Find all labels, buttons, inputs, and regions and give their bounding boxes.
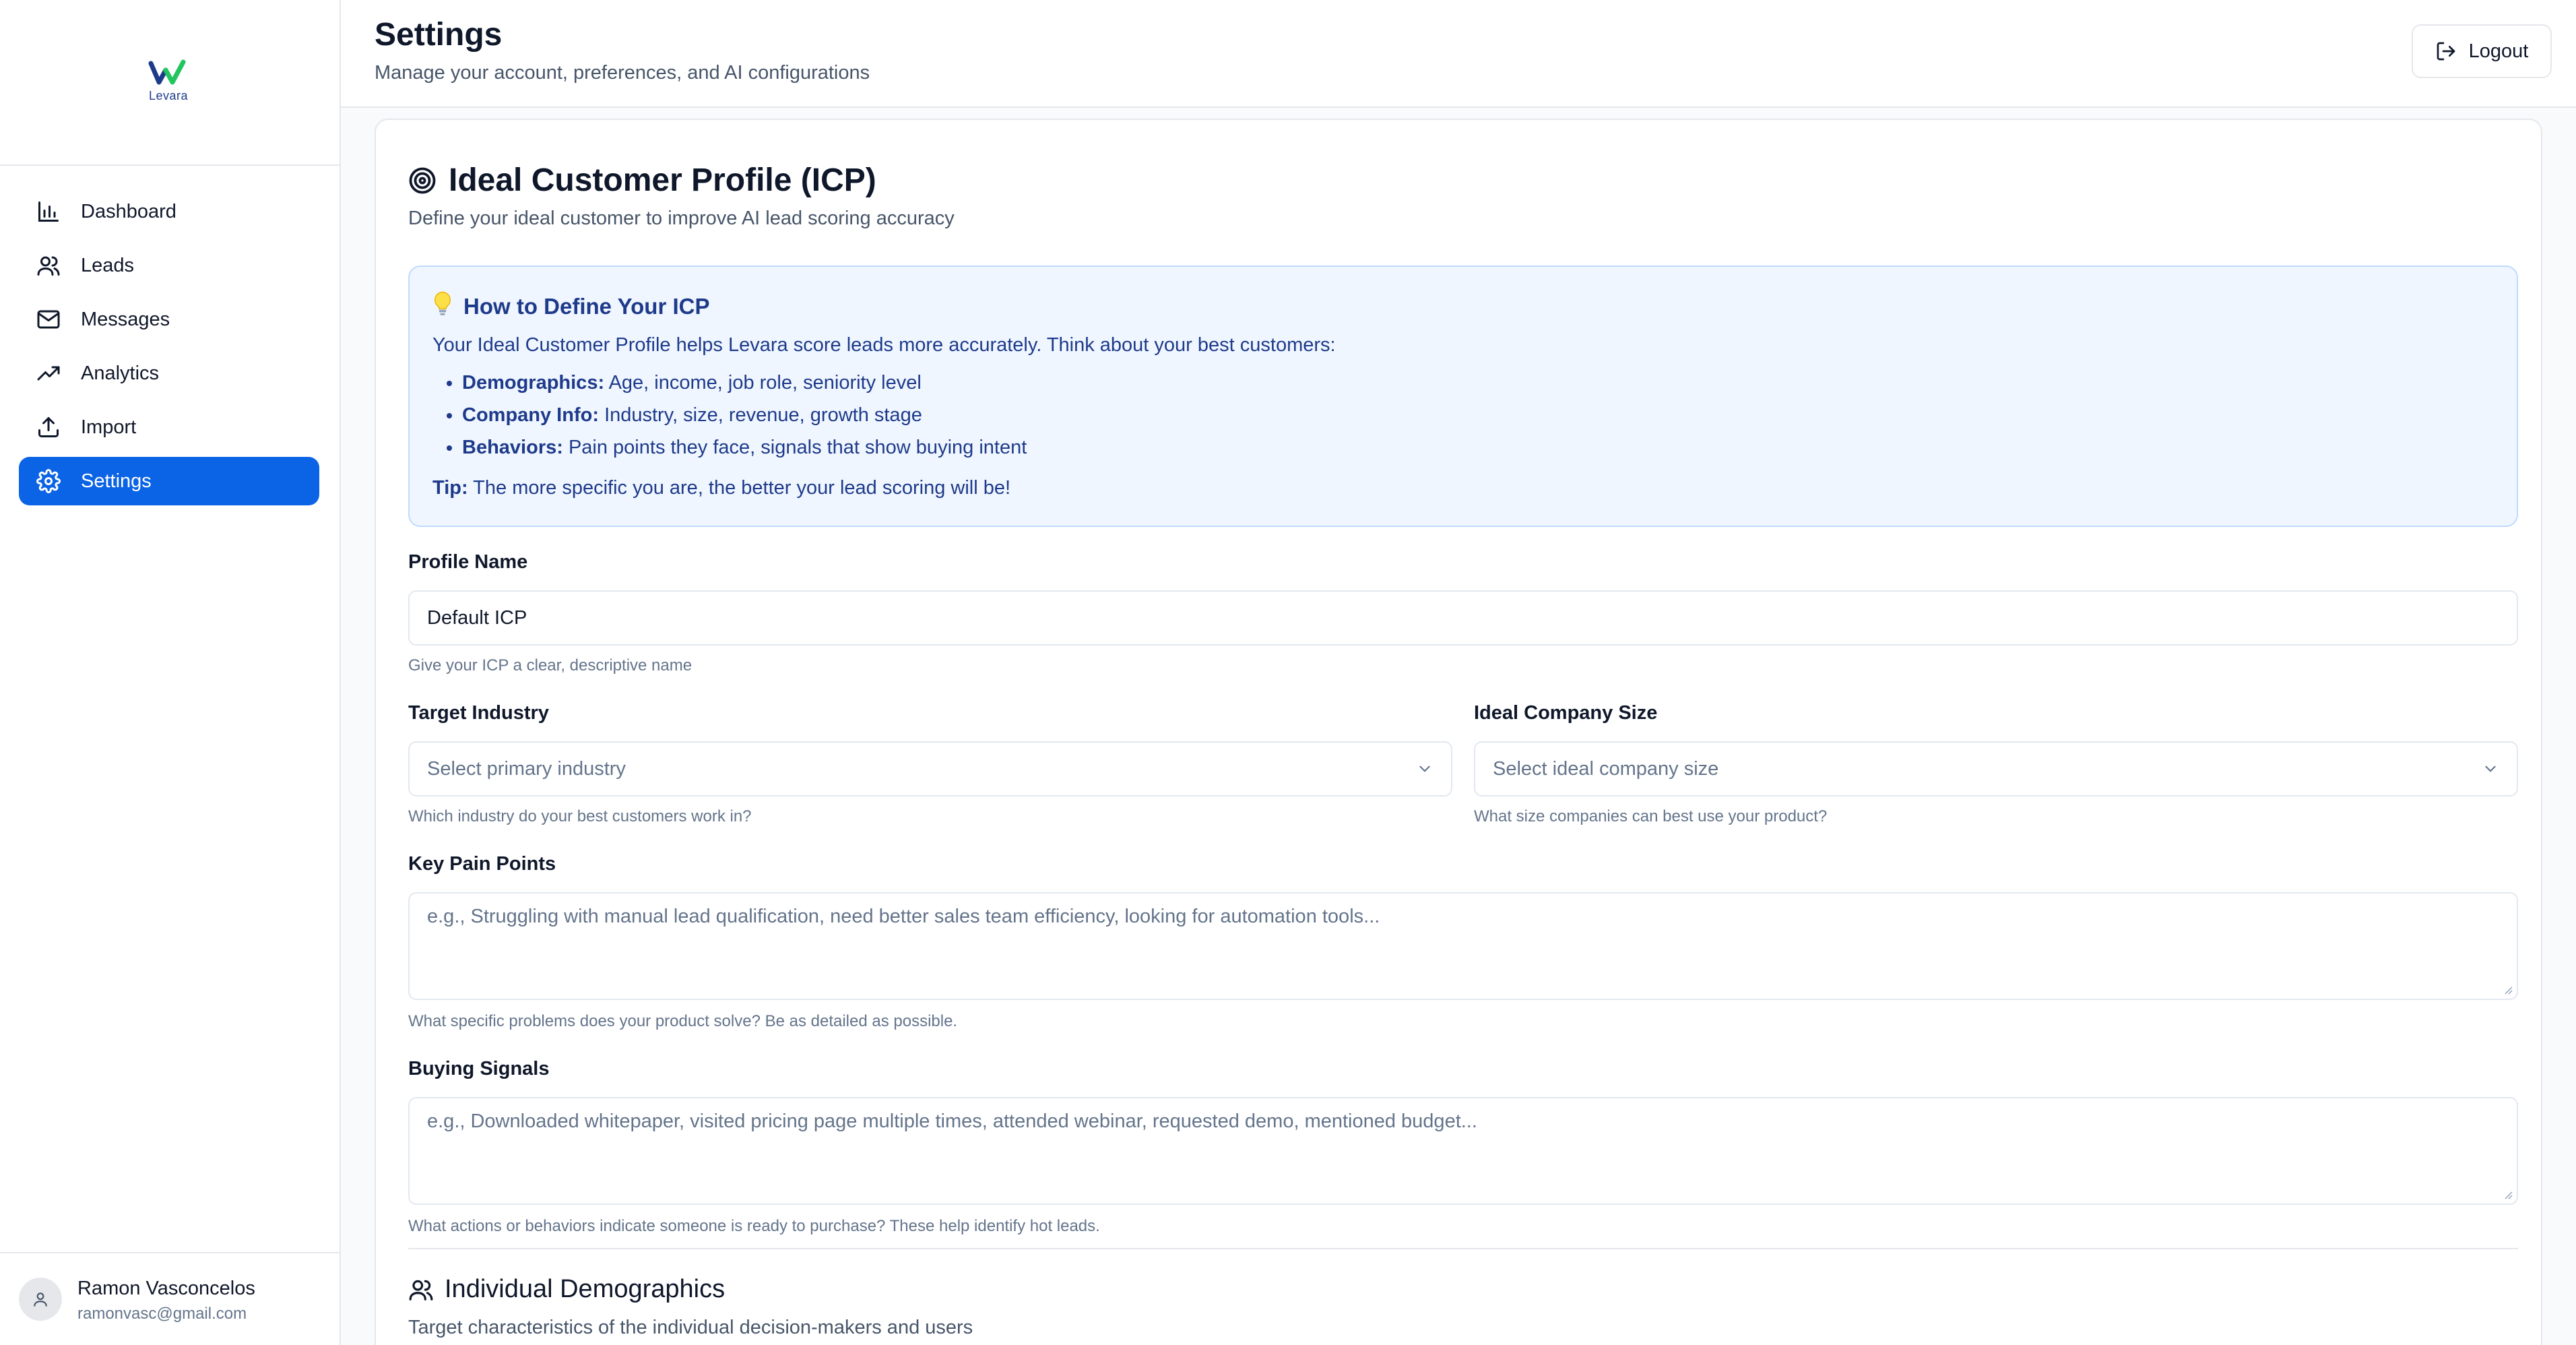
bar-chart-icon: [35, 198, 62, 225]
target-industry-hint: Which industry do your best customers wo…: [408, 807, 752, 825]
icp-title-text: Ideal Customer Profile (ICP): [449, 162, 876, 198]
buying-signals-label: Buying Signals: [408, 1058, 550, 1080]
buying-signals-placeholder: e.g., Downloaded whitepaper, visited pri…: [427, 1111, 1477, 1132]
icp-card: Ideal Customer Profile (ICP) Define your…: [375, 119, 2542, 1345]
trending-up-icon: [35, 360, 62, 387]
main-content[interactable]: Ideal Customer Profile (ICP) Define your…: [341, 108, 2576, 1345]
mail-icon: [35, 306, 62, 333]
brand-name: Levara: [148, 89, 189, 102]
lightbulb-icon: [432, 291, 453, 322]
logout-button[interactable]: Logout: [2412, 24, 2552, 78]
brand-logo[interactable]: Levara: [143, 58, 193, 103]
list-item: Behaviors: Pain points they face, signal…: [462, 431, 1027, 464]
levara-logo-icon: [148, 59, 186, 85]
list-item: Company Info: Industry, size, revenue, g…: [462, 399, 1027, 431]
demographics-title-text: Individual Demographics: [445, 1275, 726, 1303]
sidebar-item-label: Messages: [81, 308, 170, 330]
sidebar-item-label: Settings: [81, 470, 152, 492]
list-item-text: Pain points they face, signals that show…: [568, 437, 1027, 458]
logout-icon: [2437, 42, 2455, 61]
buying-signals-hint: What actions or behaviors indicate someo…: [408, 1217, 1100, 1235]
company-size-label: Ideal Company Size: [1474, 702, 1658, 724]
company-size-hint: What size companies can best use your pr…: [1474, 807, 1828, 825]
sidebar-item-label: Import: [81, 416, 137, 438]
info-tip: Tip: The more specific you are, the bett…: [432, 477, 1010, 499]
target-industry-select[interactable]: Select primary industry: [408, 741, 1452, 796]
company-size-placeholder: Select ideal company size: [1493, 757, 1719, 780]
buying-signals-textarea[interactable]: e.g., Downloaded whitepaper, visited pri…: [408, 1097, 2518, 1205]
gear-icon: [35, 468, 62, 495]
profile-name-label: Profile Name: [408, 551, 528, 573]
pain-points-textarea[interactable]: e.g., Struggling with manual lead qualif…: [408, 892, 2518, 1000]
target-industry-placeholder: Select primary industry: [427, 757, 626, 780]
user-icon: [34, 1292, 47, 1307]
user-email: ramonvasc@gmail.com: [77, 1305, 247, 1323]
chevron-down-icon: [1419, 765, 1430, 772]
demographics-subtitle: Target characteristics of the individual…: [408, 1317, 973, 1338]
sidebar-item-label: Analytics: [81, 362, 160, 384]
sidebar-item-analytics[interactable]: Analytics: [19, 349, 319, 398]
list-item-text: Age, income, job role, seniority level: [608, 372, 922, 394]
logo-area: Levara: [0, 0, 340, 166]
info-title: How to Define Your ICP: [432, 291, 709, 322]
resize-handle-icon[interactable]: [2502, 1189, 2513, 1199]
avatar: [19, 1278, 62, 1321]
tip-text: The more specific you are, the better yo…: [473, 477, 1011, 499]
sidebar-nav: Dashboard Leads Messages Analytics Impor…: [19, 187, 319, 511]
sidebar-item-messages[interactable]: Messages: [19, 295, 319, 344]
sidebar-item-settings[interactable]: Settings: [19, 457, 319, 505]
company-size-select[interactable]: Select ideal company size: [1474, 741, 2518, 796]
pain-points-hint: What specific problems does your product…: [408, 1012, 958, 1030]
section-divider: [408, 1248, 2518, 1249]
info-intro: Your Ideal Customer Profile helps Levara…: [432, 334, 1336, 356]
profile-name-input[interactable]: Default ICP: [408, 590, 2518, 646]
info-title-text: How to Define Your ICP: [463, 294, 710, 319]
sidebar-item-label: Leads: [81, 254, 135, 276]
chevron-down-icon: [2485, 765, 2496, 772]
demographics-title: Individual Demographics: [408, 1275, 725, 1304]
target-icon: [409, 167, 436, 193]
logout-label: Logout: [2468, 40, 2529, 62]
list-item: Demographics: Age, income, job role, sen…: [462, 367, 1027, 399]
sidebar: Levara Dashboard Leads Messages Analytic…: [0, 0, 341, 1345]
user-profile[interactable]: Ramon Vasconcelos ramonvasc@gmail.com: [0, 1252, 340, 1345]
pain-points-label: Key Pain Points: [408, 853, 556, 875]
target-industry-label: Target Industry: [408, 702, 549, 724]
icp-subtitle: Define your ideal customer to improve AI…: [408, 208, 955, 229]
sidebar-item-import[interactable]: Import: [19, 403, 319, 451]
icp-title: Ideal Customer Profile (ICP): [408, 162, 876, 199]
page-subtitle: Manage your account, preferences, and AI…: [375, 62, 870, 84]
sidebar-item-dashboard[interactable]: Dashboard: [19, 187, 319, 236]
tip-term: Tip:: [432, 477, 468, 499]
pain-points-placeholder: e.g., Struggling with manual lead qualif…: [427, 906, 1380, 927]
user-name: Ramon Vasconcelos: [77, 1278, 255, 1299]
users-icon: [409, 1280, 433, 1301]
list-item-term: Company Info:: [462, 404, 599, 426]
app-root: Levara Dashboard Leads Messages Analytic…: [0, 0, 2576, 1345]
resize-handle-icon[interactable]: [2502, 984, 2513, 995]
users-icon: [35, 252, 62, 279]
list-item-text: Industry, size, revenue, growth stage: [604, 404, 922, 426]
upload-icon: [35, 414, 62, 441]
page-title: Settings: [375, 17, 503, 53]
icp-info-box: How to Define Your ICP Your Ideal Custom…: [408, 265, 2518, 527]
sidebar-item-leads[interactable]: Leads: [19, 241, 319, 290]
list-item-term: Behaviors:: [462, 437, 563, 458]
profile-name-hint: Give your ICP a clear, descriptive name: [408, 656, 693, 675]
page-header: Settings Manage your account, preference…: [341, 0, 2576, 108]
sidebar-item-label: Dashboard: [81, 200, 176, 222]
info-list: Demographics: Age, income, job role, sen…: [432, 367, 1027, 464]
list-item-term: Demographics:: [462, 372, 605, 394]
